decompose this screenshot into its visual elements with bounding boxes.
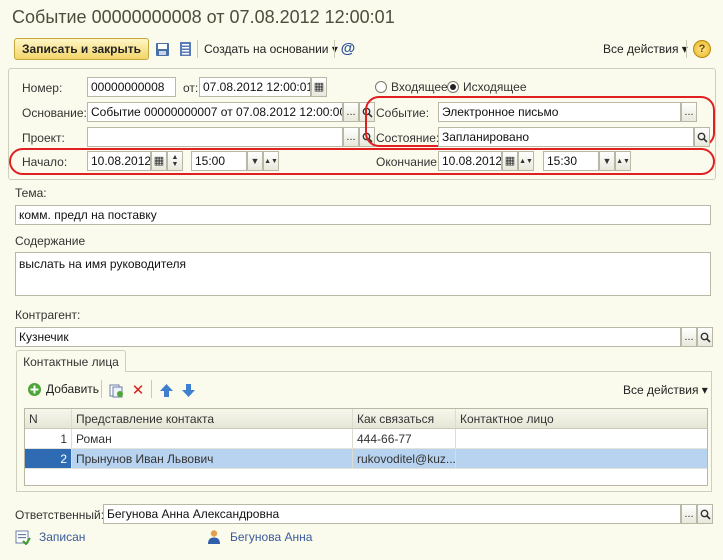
calendar-icon[interactable]: ▦ [311,77,327,97]
dropdown-icon[interactable]: ▼ [599,151,615,171]
add-label: Добавить [46,382,100,396]
subject-field[interactable]: комм. предл на поставку [15,205,711,225]
at-icon[interactable]: @ [340,40,356,57]
number-label: Номер: [22,81,63,95]
status-icon [15,529,31,545]
contacts-all-actions-menu[interactable]: Все действия ▾ [623,383,708,397]
ellipsis-icon[interactable]: ... [681,102,697,122]
save-icon[interactable] [154,41,170,57]
event-field[interactable]: Электронное письмо [438,102,681,122]
radio-incoming[interactable]: Входящее [375,80,448,94]
delete-icon[interactable]: ✕ [130,382,146,399]
spinner-icon[interactable]: ▲▼ [518,151,534,171]
content-textarea[interactable]: выслать на имя руководителя [15,252,711,296]
ellipsis-icon[interactable]: ... [681,504,697,524]
table-row[interactable]: 1 Роман 444-66-77 [25,429,707,449]
start-time-field[interactable]: 15:00 [191,151,247,171]
start-label: Начало: [22,155,68,169]
radio-incoming-label: Входящее [391,80,448,94]
start-date-field[interactable]: 10.08.2012 [87,151,151,171]
save-and-close-button[interactable]: Записать и закрыть [14,38,149,60]
radio-outgoing-circle[interactable] [447,81,459,93]
state-label: Состояние: [376,131,440,145]
add-icon [26,381,42,397]
basis-field[interactable]: Событие 00000000007 от 07.08.2012 12:00:… [87,102,343,122]
all-actions-menu[interactable]: Все действия ▾ [603,42,688,56]
user-text: Бегунова Анна [230,530,313,544]
table-header: N Представление контакта Как связаться К… [25,409,707,429]
toolbar-separator [197,40,198,58]
window-title: Событие 00000000008 от 07.08.2012 12:00:… [12,7,395,27]
ellipsis-icon[interactable]: ... [343,102,359,122]
radio-outgoing[interactable]: Исходящее [447,80,527,94]
end-time-field[interactable]: 15:30 [543,151,599,171]
column-header-n[interactable]: N [25,409,72,428]
end-label: Окончание: [376,155,441,169]
radio-outgoing-label: Исходящее [463,80,527,94]
table-row[interactable]: 2 Прынунов Иван Львович rukovoditel@kuz.… [25,449,707,469]
status-text: Записан [39,530,86,544]
ellipsis-icon[interactable]: ... [343,127,359,147]
row-contact-method: rukovoditel@kuz... [353,449,456,468]
radio-incoming-circle[interactable] [375,81,387,93]
date-field[interactable]: 07.08.2012 12:00:01 [199,77,311,97]
spinner-icon[interactable]: ▲▼ [615,151,631,171]
add-contact-button[interactable]: Добавить [26,381,99,397]
date-label: от: [183,81,199,95]
create-on-basis-button[interactable]: Создать на основании ▾ [204,42,338,56]
project-field[interactable] [87,127,343,147]
search-icon[interactable] [697,327,713,347]
calendar-icon[interactable]: ▦ [502,151,518,171]
calendar-icon[interactable]: ▦ [151,151,167,171]
row-contact-person [456,429,707,448]
column-header-person[interactable]: Контактное лицо [456,409,707,428]
subject-label: Тема: [15,186,47,200]
end-date-field[interactable]: 10.08.2012 [438,151,502,171]
contacts-table: N Представление контакта Как связаться К… [24,408,708,486]
move-up-icon[interactable] [158,382,174,398]
row-number: 2 [25,449,72,468]
row-contact-method: 444-66-77 [353,429,456,448]
basis-label: Основание: [22,106,87,120]
responsible-field[interactable]: Бегунова Анна Александровна [103,504,681,524]
spinner-icon[interactable]: ▲▼ [167,151,183,171]
row-contact-name: Роман [72,429,353,448]
number-field[interactable]: 00000000008 [87,77,176,97]
search-icon[interactable] [697,504,713,524]
event-label: Событие: [376,106,430,120]
toolbar-separator [334,40,335,58]
counterparty-field[interactable]: Кузнечик [15,327,681,347]
list-icon[interactable] [177,41,193,57]
toolbar-separator [101,380,102,398]
row-contact-person [456,449,707,468]
spinner-icon[interactable]: ▲▼ [263,151,279,171]
toolbar-separator [686,40,687,58]
counterparty-label: Контрагент: [15,308,81,322]
state-field[interactable]: Запланировано [438,127,694,147]
copy-icon[interactable] [108,382,124,398]
toolbar-separator [151,380,152,398]
status-user: Бегунова Анна [206,529,312,545]
row-number: 1 [25,429,72,448]
tab-contacts[interactable]: Контактные лица [16,350,126,372]
help-icon[interactable]: ? [693,40,711,58]
move-down-icon[interactable] [180,382,196,398]
column-header-contact[interactable]: Представление контакта [72,409,353,428]
search-icon[interactable] [694,127,710,147]
project-label: Проект: [22,131,65,145]
responsible-label: Ответственный: [15,508,105,522]
ellipsis-icon[interactable]: ... [681,327,697,347]
column-header-method[interactable]: Как связаться [353,409,456,428]
dropdown-icon[interactable]: ▼ [247,151,263,171]
row-contact-name: Прынунов Иван Львович [72,449,353,468]
user-icon [206,529,222,545]
status-written: Записан [15,529,85,545]
content-label: Содержание [15,234,86,248]
